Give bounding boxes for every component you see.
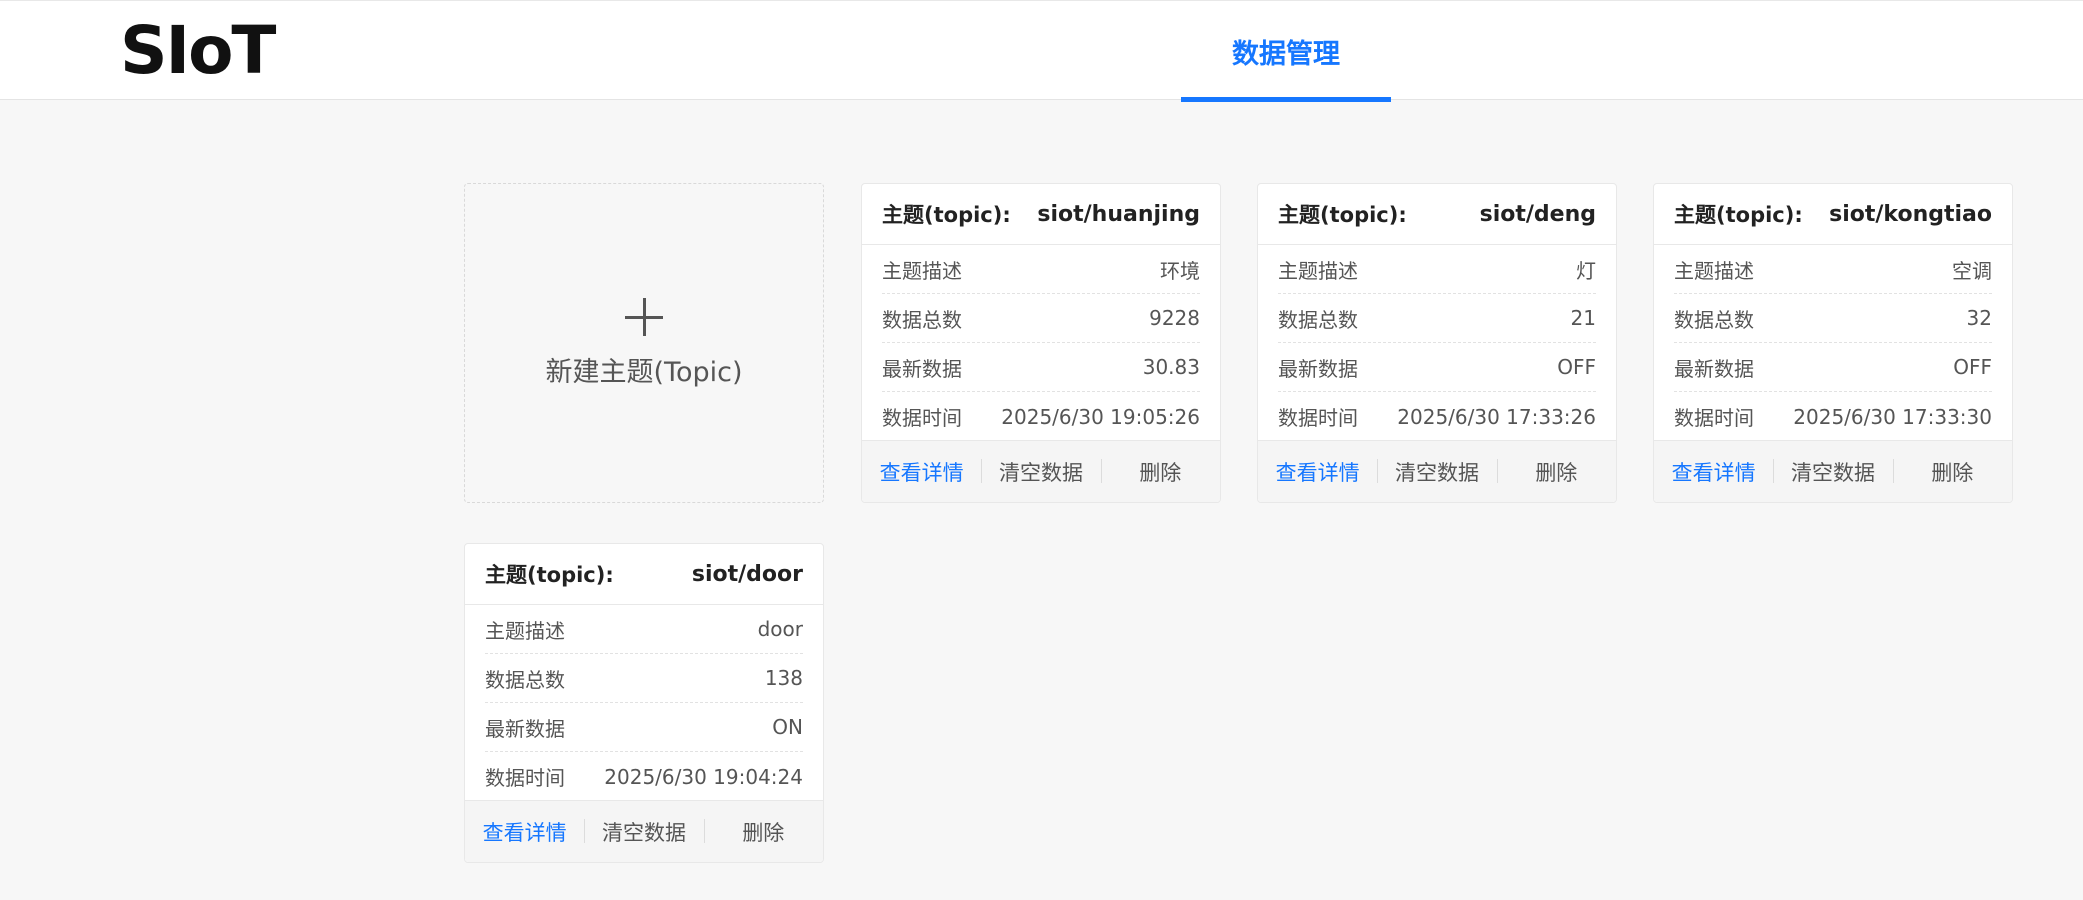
latest-row: 最新数据 ON <box>485 703 803 752</box>
topic-card-deng: 主题(topic): siot/deng 主题描述 灯 数据总数 21 最新数据… <box>1257 183 1617 503</box>
topic-label: 主题(topic): <box>1674 203 1803 227</box>
topic-card-actions: 查看详情 清空数据 删除 <box>862 440 1220 502</box>
latest-value: OFF <box>1953 355 1992 379</box>
topic-card-actions: 查看详情 清空数据 删除 <box>1654 440 2012 502</box>
description-value: door <box>757 617 803 641</box>
topic-label: 主题(topic): <box>882 203 1011 227</box>
topic-name: siot/door <box>691 561 803 587</box>
total-label: 数据总数 <box>485 667 565 692</box>
total-label: 数据总数 <box>1278 307 1358 332</box>
description-label: 主题描述 <box>1674 258 1754 283</box>
latest-value: 30.83 <box>1142 355 1200 379</box>
description-row: 主题描述 环境 <box>882 245 1200 294</box>
total-label: 数据总数 <box>1674 307 1754 332</box>
top-header: SIoT 数据管理 <box>0 0 2083 102</box>
description-value: 环境 <box>1160 258 1200 283</box>
description-label: 主题描述 <box>485 618 565 643</box>
new-topic-label: 新建主题(Topic) <box>545 356 743 388</box>
latest-value: OFF <box>1557 355 1596 379</box>
total-row: 数据总数 32 <box>1674 294 1992 343</box>
topic-card-actions: 查看详情 清空数据 删除 <box>1258 440 1616 502</box>
clear-data-button[interactable]: 清空数据 <box>584 817 703 847</box>
topic-card-body: 主题描述 空调 数据总数 32 最新数据 OFF 数据时间 2025/6/30 … <box>1654 245 2012 441</box>
latest-label: 最新数据 <box>882 356 962 381</box>
topic-card-door: 主题(topic): siot/door 主题描述 door 数据总数 138 … <box>464 543 824 863</box>
latest-label: 最新数据 <box>1278 356 1358 381</box>
topic-card-body: 主题描述 环境 数据总数 9228 最新数据 30.83 数据时间 2025/6… <box>862 245 1220 441</box>
latest-value: ON <box>772 715 803 739</box>
view-details-button[interactable]: 查看详情 <box>1654 457 1773 487</box>
topic-card-header: 主题(topic): siot/door <box>465 544 823 605</box>
description-value: 灯 <box>1576 258 1596 283</box>
topic-card-body: 主题描述 door 数据总数 138 最新数据 ON 数据时间 2025/6/3… <box>465 605 823 801</box>
topic-card-kongtiao: 主题(topic): siot/kongtiao 主题描述 空调 数据总数 32… <box>1653 183 2013 503</box>
total-value: 138 <box>764 666 803 690</box>
description-value: 空调 <box>1952 258 1992 283</box>
topic-card-actions: 查看详情 清空数据 删除 <box>465 800 823 862</box>
new-topic-button[interactable]: 新建主题(Topic) <box>464 183 824 503</box>
latest-row: 最新数据 OFF <box>1674 343 1992 392</box>
view-details-button[interactable]: 查看详情 <box>862 457 981 487</box>
description-label: 主题描述 <box>882 258 962 283</box>
latest-label: 最新数据 <box>485 716 565 741</box>
clear-data-button[interactable]: 清空数据 <box>1773 457 1892 487</box>
topic-card-header: 主题(topic): siot/deng <box>1258 184 1616 245</box>
time-label: 数据时间 <box>1278 406 1358 430</box>
plus-icon <box>625 297 663 336</box>
latest-row: 最新数据 30.83 <box>882 343 1200 392</box>
delete-button[interactable]: 删除 <box>1496 457 1616 487</box>
latest-row: 最新数据 OFF <box>1278 343 1596 392</box>
time-label: 数据时间 <box>1674 406 1754 430</box>
time-row: 数据时间 2025/6/30 19:05:26 <box>882 392 1200 441</box>
topic-name: siot/deng <box>1479 201 1596 227</box>
total-row: 数据总数 138 <box>485 654 803 703</box>
time-label: 数据时间 <box>882 406 962 430</box>
topic-card-header: 主题(topic): siot/huanjing <box>862 184 1220 245</box>
delete-button[interactable]: 删除 <box>1892 457 2012 487</box>
time-row: 数据时间 2025/6/30 17:33:30 <box>1674 392 1992 441</box>
view-details-button[interactable]: 查看详情 <box>465 817 584 847</box>
delete-button[interactable]: 删除 <box>703 817 823 847</box>
clear-data-button[interactable]: 清空数据 <box>981 457 1100 487</box>
logo-text: SIoT <box>120 12 276 89</box>
time-label: 数据时间 <box>485 766 565 790</box>
clear-data-button[interactable]: 清空数据 <box>1377 457 1496 487</box>
description-row: 主题描述 door <box>485 605 803 654</box>
tab-data-management[interactable]: 数据管理 <box>1181 1 1391 102</box>
description-row: 主题描述 空调 <box>1674 245 1992 294</box>
topic-name: siot/kongtiao <box>1829 201 1992 227</box>
topic-name: siot/huanjing <box>1037 201 1200 227</box>
time-value: 2025/6/30 17:33:30 <box>1793 404 1992 429</box>
total-row: 数据总数 21 <box>1278 294 1596 343</box>
time-row: 数据时间 2025/6/30 19:04:24 <box>485 752 803 801</box>
view-details-button[interactable]: 查看详情 <box>1258 457 1377 487</box>
delete-button[interactable]: 删除 <box>1100 457 1220 487</box>
description-label: 主题描述 <box>1278 258 1358 283</box>
siot-logo[interactable]: SIoT <box>120 12 276 89</box>
total-row: 数据总数 9228 <box>882 294 1200 343</box>
time-value: 2025/6/30 19:05:26 <box>1001 404 1200 429</box>
total-value: 32 <box>1966 306 1992 330</box>
topic-card-huanjing: 主题(topic): siot/huanjing 主题描述 环境 数据总数 92… <box>861 183 1221 503</box>
topic-label: 主题(topic): <box>1278 203 1407 227</box>
topic-card-header: 主题(topic): siot/kongtiao <box>1654 184 2012 245</box>
topic-card-body: 主题描述 灯 数据总数 21 最新数据 OFF 数据时间 2025/6/30 1… <box>1258 245 1616 441</box>
latest-label: 最新数据 <box>1674 356 1754 381</box>
total-label: 数据总数 <box>882 307 962 332</box>
topic-label: 主题(topic): <box>485 563 614 587</box>
time-value: 2025/6/30 17:33:26 <box>1397 404 1596 429</box>
time-value: 2025/6/30 19:04:24 <box>604 764 803 789</box>
total-value: 21 <box>1570 306 1596 330</box>
total-value: 9228 <box>1149 306 1200 330</box>
time-row: 数据时间 2025/6/30 17:33:26 <box>1278 392 1596 441</box>
description-row: 主题描述 灯 <box>1278 245 1596 294</box>
